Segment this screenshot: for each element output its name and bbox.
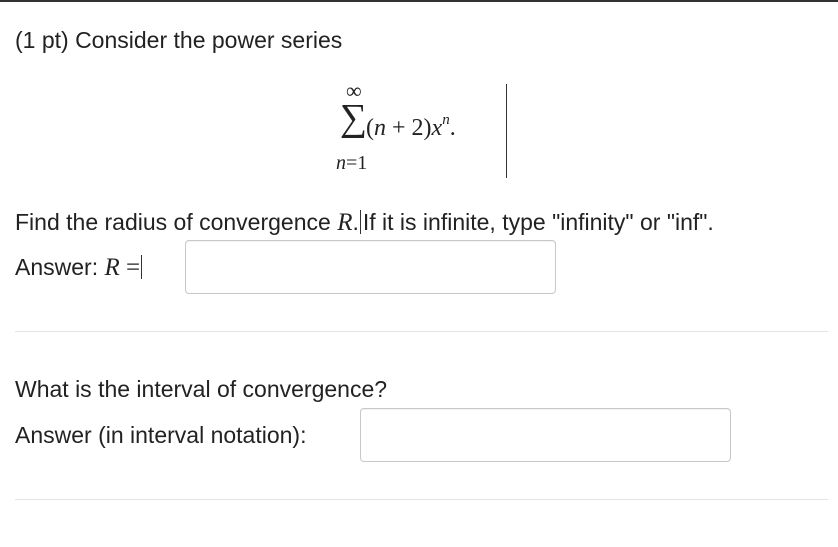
summand-open: ( [366, 115, 374, 141]
radius-question: Find the radius of convergence R. If it i… [15, 208, 714, 237]
radius-question-dot: . [352, 209, 359, 235]
section-divider [15, 499, 828, 500]
summand-var-x: x [431, 115, 443, 141]
radius-var-R: R [337, 209, 353, 236]
text-cursor [359, 210, 361, 234]
radius-question-text: Find the radius of convergence [15, 209, 338, 235]
answer-equals: = [119, 254, 141, 281]
interval-answer-label: Answer (in interval notation): [15, 422, 307, 448]
summand-var-n: n [374, 115, 386, 141]
power-series-formula: ∞ ∑ (n + 2)xn. n=1 [336, 80, 516, 180]
summand-middle: + 2) [386, 115, 432, 141]
summand-period: . [449, 115, 456, 141]
math-edit-cursor [506, 84, 507, 178]
section-divider [15, 331, 828, 332]
summand: (n + 2)xn. [366, 106, 456, 142]
top-rule [0, 0, 838, 2]
answer-var-R: R [104, 254, 120, 281]
problem-intro: (1 pt) Consider the power series [15, 27, 343, 53]
interval-input[interactable] [360, 408, 731, 462]
radius-answer-label: Answer: R = [15, 253, 144, 282]
interval-question: What is the interval of convergence? [15, 376, 388, 402]
lower-limit-value: =1 [346, 152, 368, 174]
text-cursor [141, 255, 143, 279]
answer-prefix: Answer: [15, 254, 105, 280]
sigma-symbol: ∑ [340, 97, 368, 139]
sum-lower-limit: n=1 [336, 152, 367, 174]
summand-exponent: n [442, 112, 450, 128]
radius-question-hint: If it is infinite, type "infinity" or "i… [362, 209, 714, 235]
radius-input[interactable] [185, 240, 556, 294]
lower-limit-var: n [336, 152, 346, 174]
